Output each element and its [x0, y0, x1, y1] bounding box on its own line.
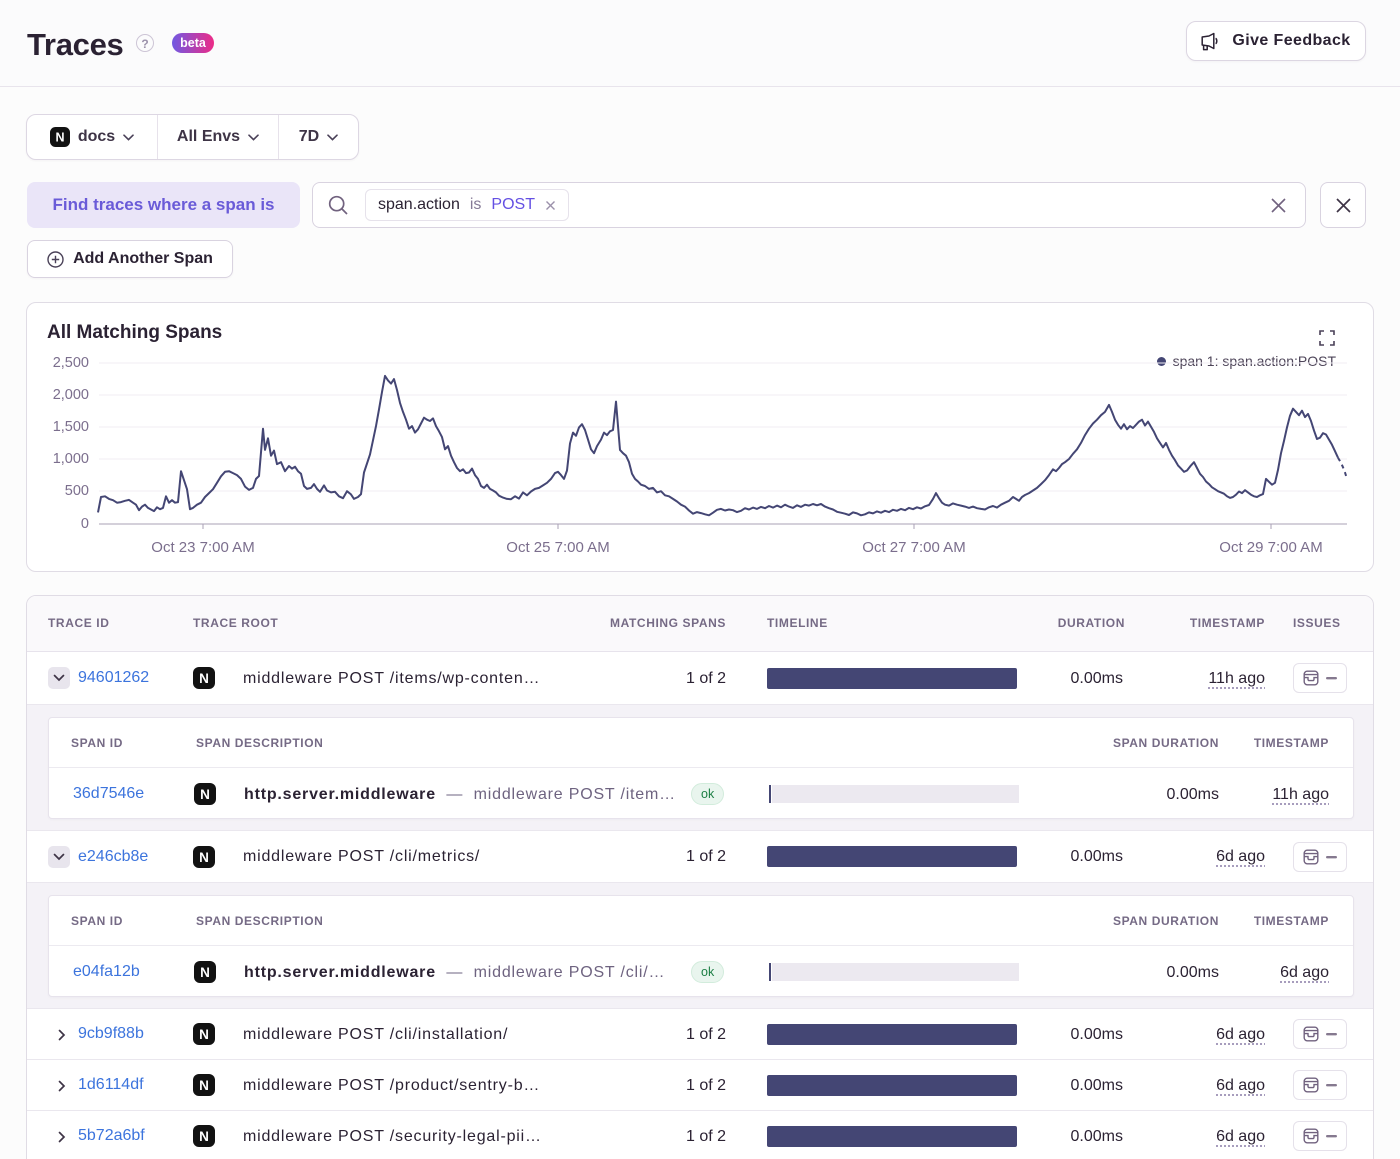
svg-text:N: N — [199, 671, 209, 686]
svg-text:N: N — [199, 1078, 209, 1093]
svg-text:N: N — [200, 965, 210, 980]
svg-text:N: N — [199, 850, 209, 865]
svg-text:N: N — [199, 1027, 209, 1042]
svg-text:N: N — [55, 131, 64, 145]
svg-text:N: N — [200, 787, 210, 802]
svg-text:N: N — [199, 1129, 209, 1144]
